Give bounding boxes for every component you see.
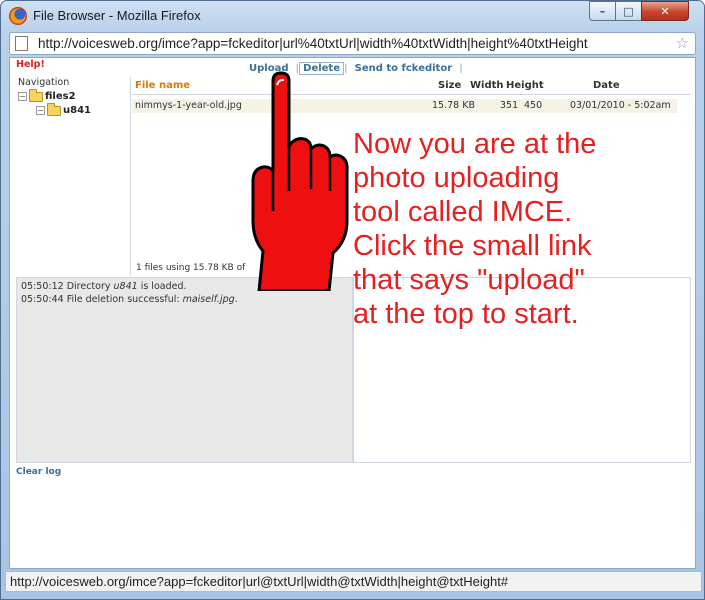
annotation-line: at the top to start. — [353, 298, 579, 330]
header-date[interactable]: Date — [593, 80, 620, 91]
file-width: 351 — [500, 100, 519, 111]
annotation-line: tool called IMCE. — [353, 196, 573, 228]
file-height: 450 — [524, 100, 543, 111]
log-rest: . — [234, 294, 238, 305]
send-to-fckeditor-link[interactable]: Send to fckeditor — [348, 63, 460, 74]
pointing-hand-icon — [251, 71, 349, 291]
file-size: 15.78 KB — [432, 100, 475, 111]
annotation-line: Now you are at the — [353, 128, 597, 160]
address-url[interactable]: http://voicesweb.org/imce?app=fckeditor|… — [38, 36, 588, 51]
header-size[interactable]: Size — [438, 80, 461, 91]
window-title: File Browser - Mozilla Firefox — [33, 8, 201, 23]
header-file-name[interactable]: File name — [135, 80, 190, 91]
page-icon — [15, 36, 28, 51]
instruction-annotation: Now you are at the photo uploading tool … — [353, 127, 693, 331]
file-list-header: File name Size Width Height Date — [132, 77, 691, 95]
file-row[interactable]: nimmys-1-year-old.jpg 15.78 KB 351 450 0… — [132, 99, 677, 113]
header-height[interactable]: Height — [506, 80, 544, 91]
folder-icon — [29, 88, 43, 102]
ops-separator: | — [459, 63, 463, 74]
annotation-line: Click the small link — [353, 230, 592, 262]
folder-icon — [47, 102, 61, 116]
log-time: 05:50:44 — [21, 294, 64, 305]
tree-toggle[interactable]: − — [18, 92, 27, 101]
maximize-button[interactable]: □ — [615, 1, 642, 21]
file-name: nimmys-1-year-old.jpg — [135, 100, 242, 111]
tree-item-files2[interactable]: − files2 — [18, 88, 76, 102]
log-emphasis: maiself.jpg — [182, 294, 235, 305]
log-panel: 05:50:12 Directory u841 is loaded. 05:50… — [16, 277, 353, 463]
log-time: 05:50:12 — [21, 281, 64, 292]
file-date: 03/01/2010 - 5:02am — [570, 100, 671, 111]
address-bar[interactable]: http://voicesweb.org/imce?app=fckeditor|… — [9, 32, 696, 55]
navigation-panel: Navigation − files2 − u841 — [16, 77, 131, 275]
bookmark-star-icon[interactable]: ☆ — [676, 34, 689, 52]
help-link[interactable]: Help! — [16, 59, 45, 70]
tree-label: u841 — [63, 105, 91, 116]
firefox-icon — [9, 7, 27, 25]
browser-window: File Browser - Mozilla Firefox – □ ✕ htt… — [0, 0, 705, 600]
log-line: 05:50:44 File deletion successful: maise… — [21, 293, 348, 306]
title-bar[interactable]: File Browser - Mozilla Firefox – □ ✕ — [1, 1, 704, 31]
log-emphasis: u841 — [113, 281, 138, 292]
log-text: Directory — [66, 281, 114, 292]
tree-label: files2 — [45, 91, 76, 102]
clear-log-link[interactable]: Clear log — [16, 467, 61, 477]
usage-status: 1 files using 15.78 KB of — [136, 263, 246, 273]
header-width[interactable]: Width — [470, 80, 504, 91]
log-rest: is loaded. — [137, 281, 187, 292]
minimize-button[interactable]: – — [589, 1, 616, 21]
annotation-line: photo uploading — [353, 162, 560, 194]
close-button[interactable]: ✕ — [641, 1, 689, 21]
tree-toggle[interactable]: − — [36, 106, 45, 115]
navigation-title: Navigation — [18, 77, 70, 88]
annotation-line: that says "upload" — [353, 264, 585, 296]
log-text: File deletion successful: — [66, 294, 183, 305]
tree-item-u841[interactable]: − u841 — [36, 102, 91, 116]
status-bar: http://voicesweb.org/imce?app=fckeditor|… — [5, 571, 702, 592]
